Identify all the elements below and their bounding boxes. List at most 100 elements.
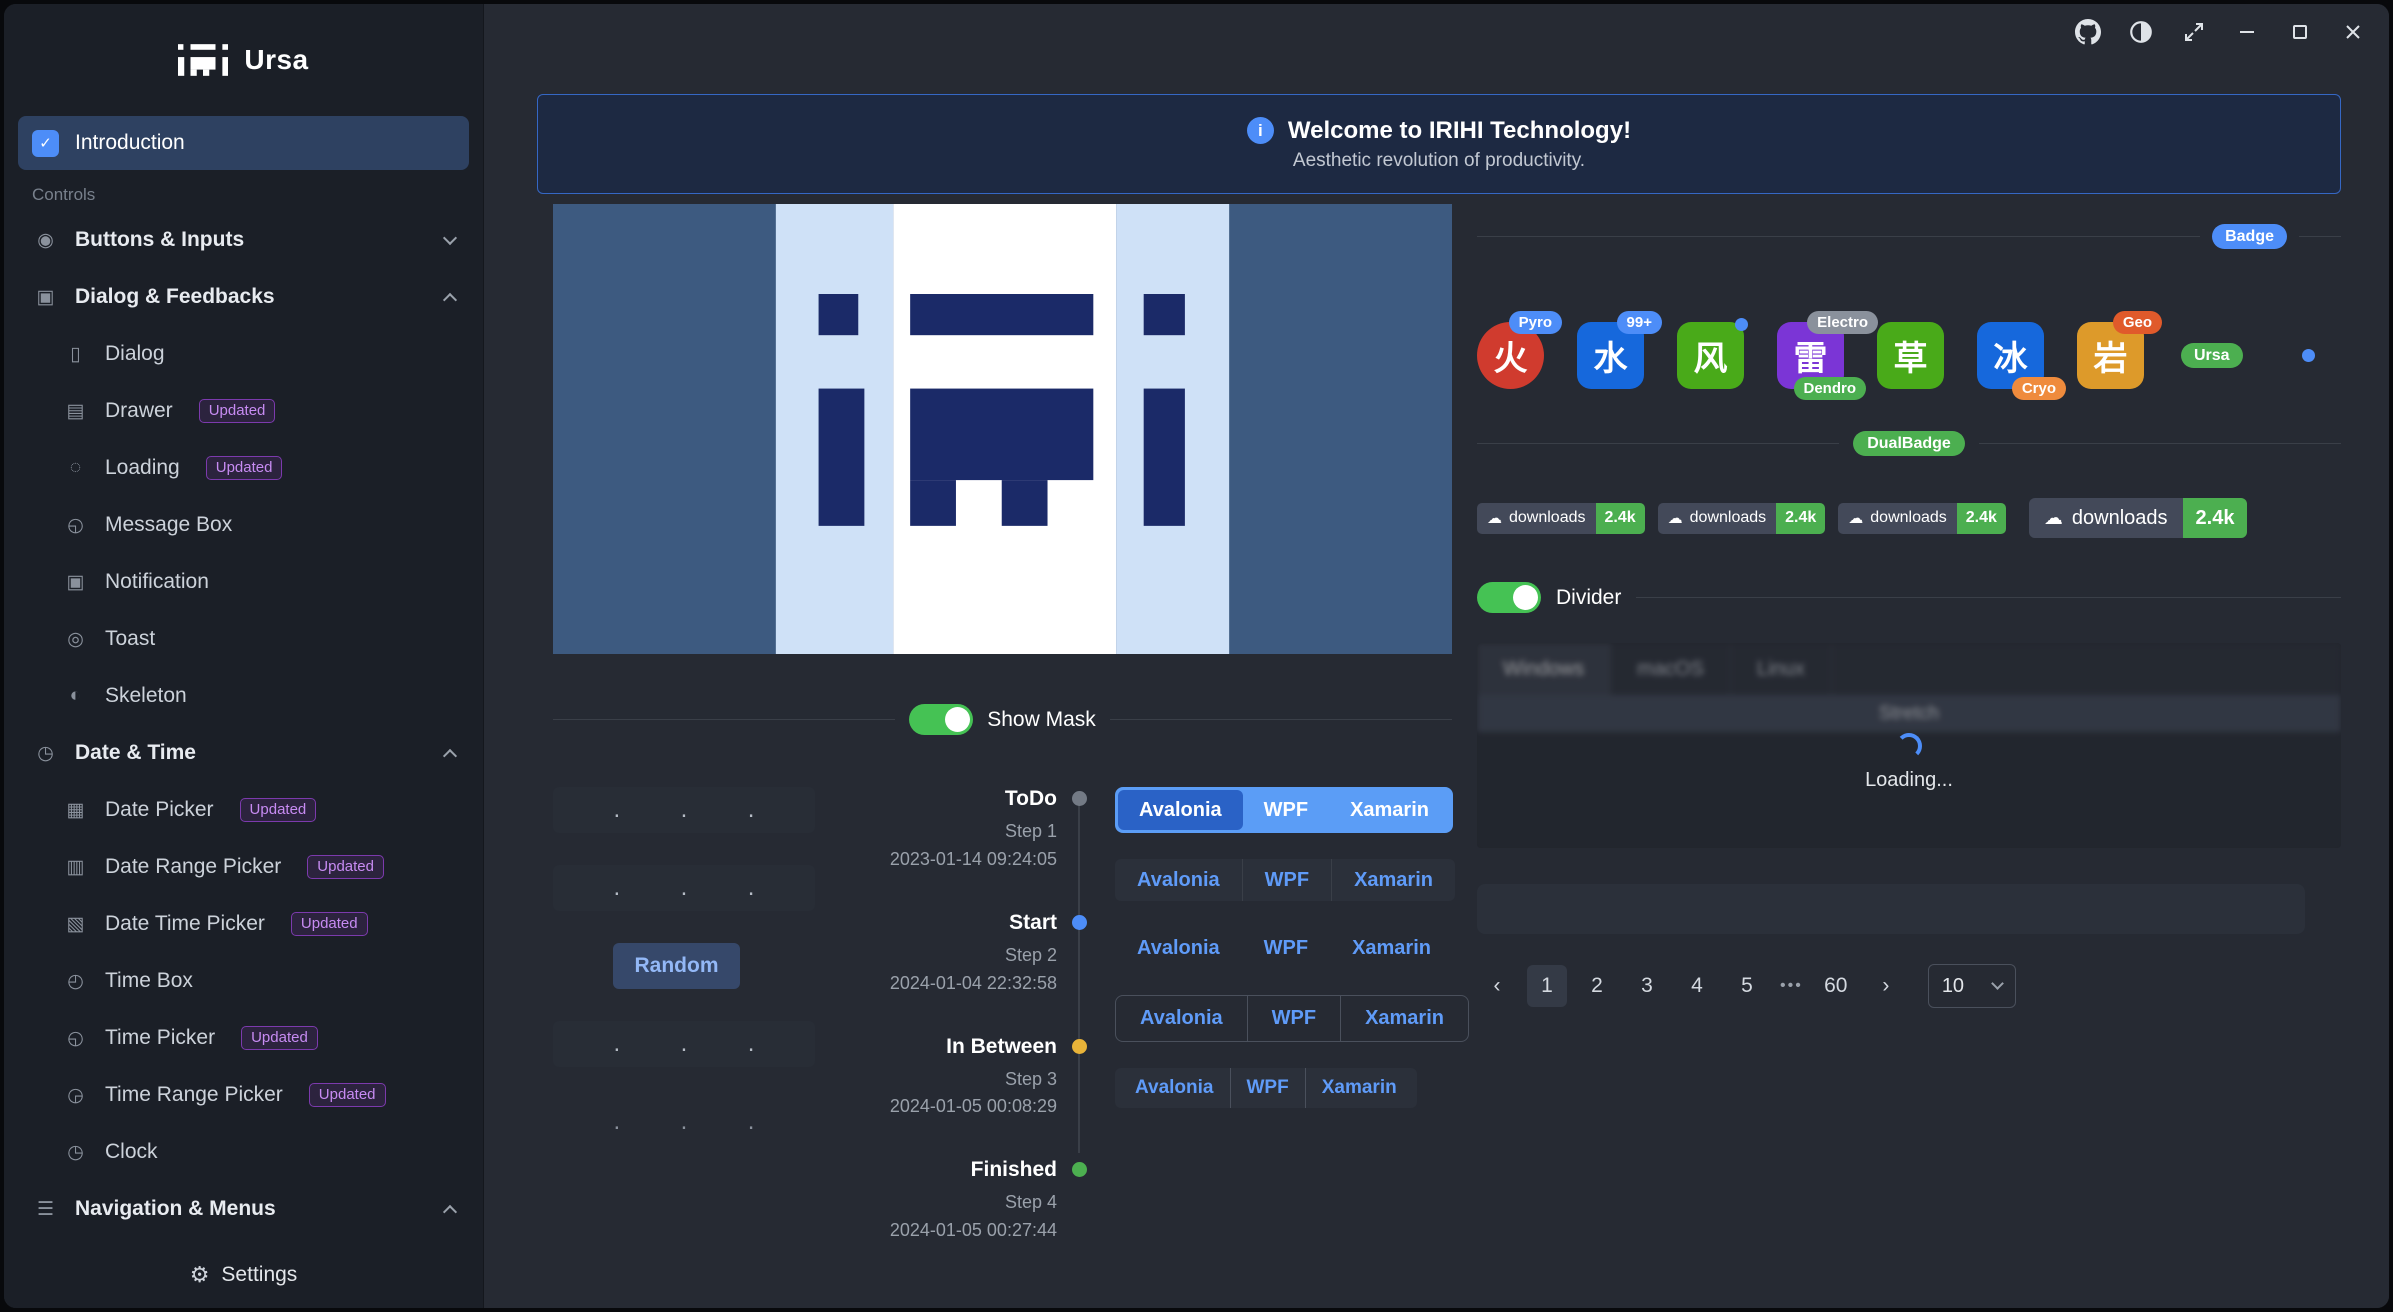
sidebar-item-dialog[interactable]: ▯ Dialog (18, 327, 469, 381)
page-button-1[interactable]: 1 (1527, 965, 1567, 1007)
badge-icons-row: 火 Pyro 水 99+ 风 雷 Electro Dendro (1477, 305, 2341, 405)
timeline-dot (1072, 1039, 1087, 1054)
downloads-label: downloads (1690, 509, 1767, 527)
ip-separator: . (748, 1030, 755, 1058)
timeline-step-label: Step 1 (815, 818, 1057, 846)
introduction-icon: ✓ (32, 130, 59, 157)
pagination-ellipsis[interactable]: ••• (1777, 977, 1806, 995)
page-button-4[interactable]: 4 (1677, 965, 1717, 1007)
time-picker-icon: ◵ (62, 1027, 89, 1050)
ip-separator: . (613, 1030, 620, 1058)
platform-option-wpf[interactable]: WPF (1242, 927, 1330, 969)
ip-input[interactable]: ... (553, 1099, 815, 1145)
pagination: ‹ 1 2 3 4 5 ••• 60 › 10 (1477, 964, 2341, 1008)
platform-option-avalonia[interactable]: Avalonia (1116, 996, 1247, 1041)
platform-option-wpf[interactable]: WPF (1242, 859, 1331, 901)
sidebar-item-skeleton[interactable]: ◐ Skeleton (18, 669, 469, 723)
sidebar-item-message-box[interactable]: ◵ Message Box (18, 498, 469, 552)
cloud-icon: ☁ (1668, 509, 1683, 527)
badge-section-divider: Badge (1477, 224, 2341, 249)
theme-toggle-icon[interactable] (2127, 18, 2155, 46)
show-mask-toggle[interactable] (909, 704, 973, 735)
timeline-step-label: Step 3 (815, 1066, 1057, 1094)
sidebar-item-notification[interactable]: ▣ Notification (18, 555, 469, 609)
divider-toggle[interactable] (1477, 582, 1541, 613)
prev-page-button[interactable]: ‹ (1477, 965, 1517, 1007)
sidebar-item-label: Dialog (105, 342, 165, 366)
sidebar-item-label: Toast (105, 627, 155, 651)
sidebar-item-time-range-picker[interactable]: ◶ Time Range Picker Updated (18, 1068, 469, 1122)
platform-option-avalonia[interactable]: Avalonia (1115, 927, 1242, 969)
platform-option-wpf[interactable]: WPF (1247, 996, 1340, 1041)
sidebar-nav: ✓ Introduction Controls ◉ Buttons & Inpu… (4, 116, 483, 1308)
skeleton-icon: ◐ (62, 685, 89, 707)
banner-subtitle: Aesthetic revolution of productivity. (1293, 150, 1585, 172)
platform-option-xamarin[interactable]: Xamarin (1305, 1068, 1413, 1108)
page-button-60[interactable]: 60 (1816, 965, 1856, 1007)
minimize-icon[interactable] (2233, 18, 2261, 46)
platform-option-xamarin[interactable]: Xamarin (1330, 927, 1453, 969)
ursa-app-window: Ursa ✓ Introduction Controls ◉ Buttons &… (4, 4, 2389, 1308)
sidebar-item-drawer[interactable]: ▤ Drawer Updated (18, 384, 469, 438)
sidebar-item-label: Date Range Picker (105, 855, 281, 879)
sidebar-item-dialog-feedbacks[interactable]: ▣ Dialog & Feedbacks (18, 270, 469, 324)
platform-option-avalonia[interactable]: Avalonia (1118, 790, 1243, 830)
sidebar-item-label: Dialog & Feedbacks (75, 285, 275, 309)
updated-badge: Updated (291, 912, 368, 937)
sidebar-item-introduction[interactable]: ✓ Introduction (18, 116, 469, 170)
updated-badge: Updated (307, 855, 384, 880)
ip-input[interactable]: ... (553, 865, 815, 911)
page-button-5[interactable]: 5 (1727, 965, 1767, 1007)
sidebar-item-date-time-picker[interactable]: ▧ Date Time Picker Updated (18, 897, 469, 951)
page-size-select[interactable]: 10 (1928, 964, 2016, 1008)
settings-button[interactable]: Settings (221, 1263, 297, 1287)
platform-option-wpf[interactable]: WPF (1243, 790, 1329, 830)
timeline-step-title: In Between (815, 1035, 1057, 1059)
sidebar-item-date-time[interactable]: ◷ Date & Time (18, 726, 469, 780)
page-button-3[interactable]: 3 (1627, 965, 1667, 1007)
hydro-char: 水 (1594, 331, 1628, 380)
maximize-icon[interactable] (2286, 18, 2314, 46)
sidebar-item-label: Message Box (105, 513, 232, 537)
cloud-icon: ☁ (1848, 509, 1863, 527)
sidebar-item-time-picker[interactable]: ◵ Time Picker Updated (18, 1011, 469, 1065)
chevron-up-icon (443, 293, 457, 307)
ip-input[interactable]: ... (553, 787, 815, 833)
sidebar-item-navigation-menus[interactable]: ☰ Navigation & Menus (18, 1182, 469, 1236)
downloads-label: downloads (1870, 509, 1947, 527)
close-icon[interactable] (2339, 18, 2367, 46)
cryo-icon: 冰 Cryo (1977, 322, 2044, 389)
platform-option-wpf[interactable]: WPF (1230, 1068, 1305, 1108)
random-button[interactable]: Random (613, 943, 740, 989)
sidebar-item-toast[interactable]: ◎ Toast (18, 612, 469, 666)
platform-option-xamarin[interactable]: Xamarin (1329, 790, 1450, 830)
sidebar-item-buttons-inputs[interactable]: ◉ Buttons & Inputs (18, 213, 469, 267)
page-button-2[interactable]: 2 (1577, 965, 1617, 1007)
platform-option-xamarin[interactable]: Xamarin (1340, 996, 1468, 1041)
cloud-icon: ☁ (1487, 509, 1502, 527)
divider-line (553, 719, 895, 720)
downloads-value: 2.4k (2183, 498, 2248, 538)
loading-mask-demo: Windows macOS Linux Stretch Loading... (1477, 643, 2341, 848)
platform-option-avalonia[interactable]: Avalonia (1115, 859, 1242, 901)
sidebar-item-time-box[interactable]: ◴ Time Box (18, 954, 469, 1008)
empty-input[interactable] (1477, 884, 2305, 934)
platform-option-avalonia[interactable]: Avalonia (1119, 1068, 1230, 1108)
ip-inputs-column: ... ... Random ... ... (553, 787, 815, 1245)
info-icon: i (1247, 117, 1274, 144)
fullscreen-icon[interactable] (2180, 18, 2208, 46)
ip-input[interactable]: ... (553, 1021, 815, 1067)
sidebar-item-clock[interactable]: ◷ Clock (18, 1125, 469, 1179)
sidebar-item-loading[interactable]: ◌ Loading Updated (18, 441, 469, 495)
sidebar-item-date-picker[interactable]: ▦ Date Picker Updated (18, 783, 469, 837)
next-page-button[interactable]: › (1866, 965, 1906, 1007)
gear-icon: ⚙ (190, 1262, 210, 1288)
platform-option-xamarin[interactable]: Xamarin (1331, 859, 1455, 901)
sidebar-item-date-range-picker[interactable]: ▥ Date Range Picker Updated (18, 840, 469, 894)
ursa-logo-icon (178, 44, 228, 76)
downloads-value: 2.4k (1957, 503, 2006, 534)
titlebar (2074, 18, 2367, 46)
github-icon[interactable] (2074, 18, 2102, 46)
main-content: i Welcome to IRIHI Technology! Aesthetic… (484, 4, 2389, 1308)
time-range-picker-icon: ◶ (62, 1084, 89, 1107)
